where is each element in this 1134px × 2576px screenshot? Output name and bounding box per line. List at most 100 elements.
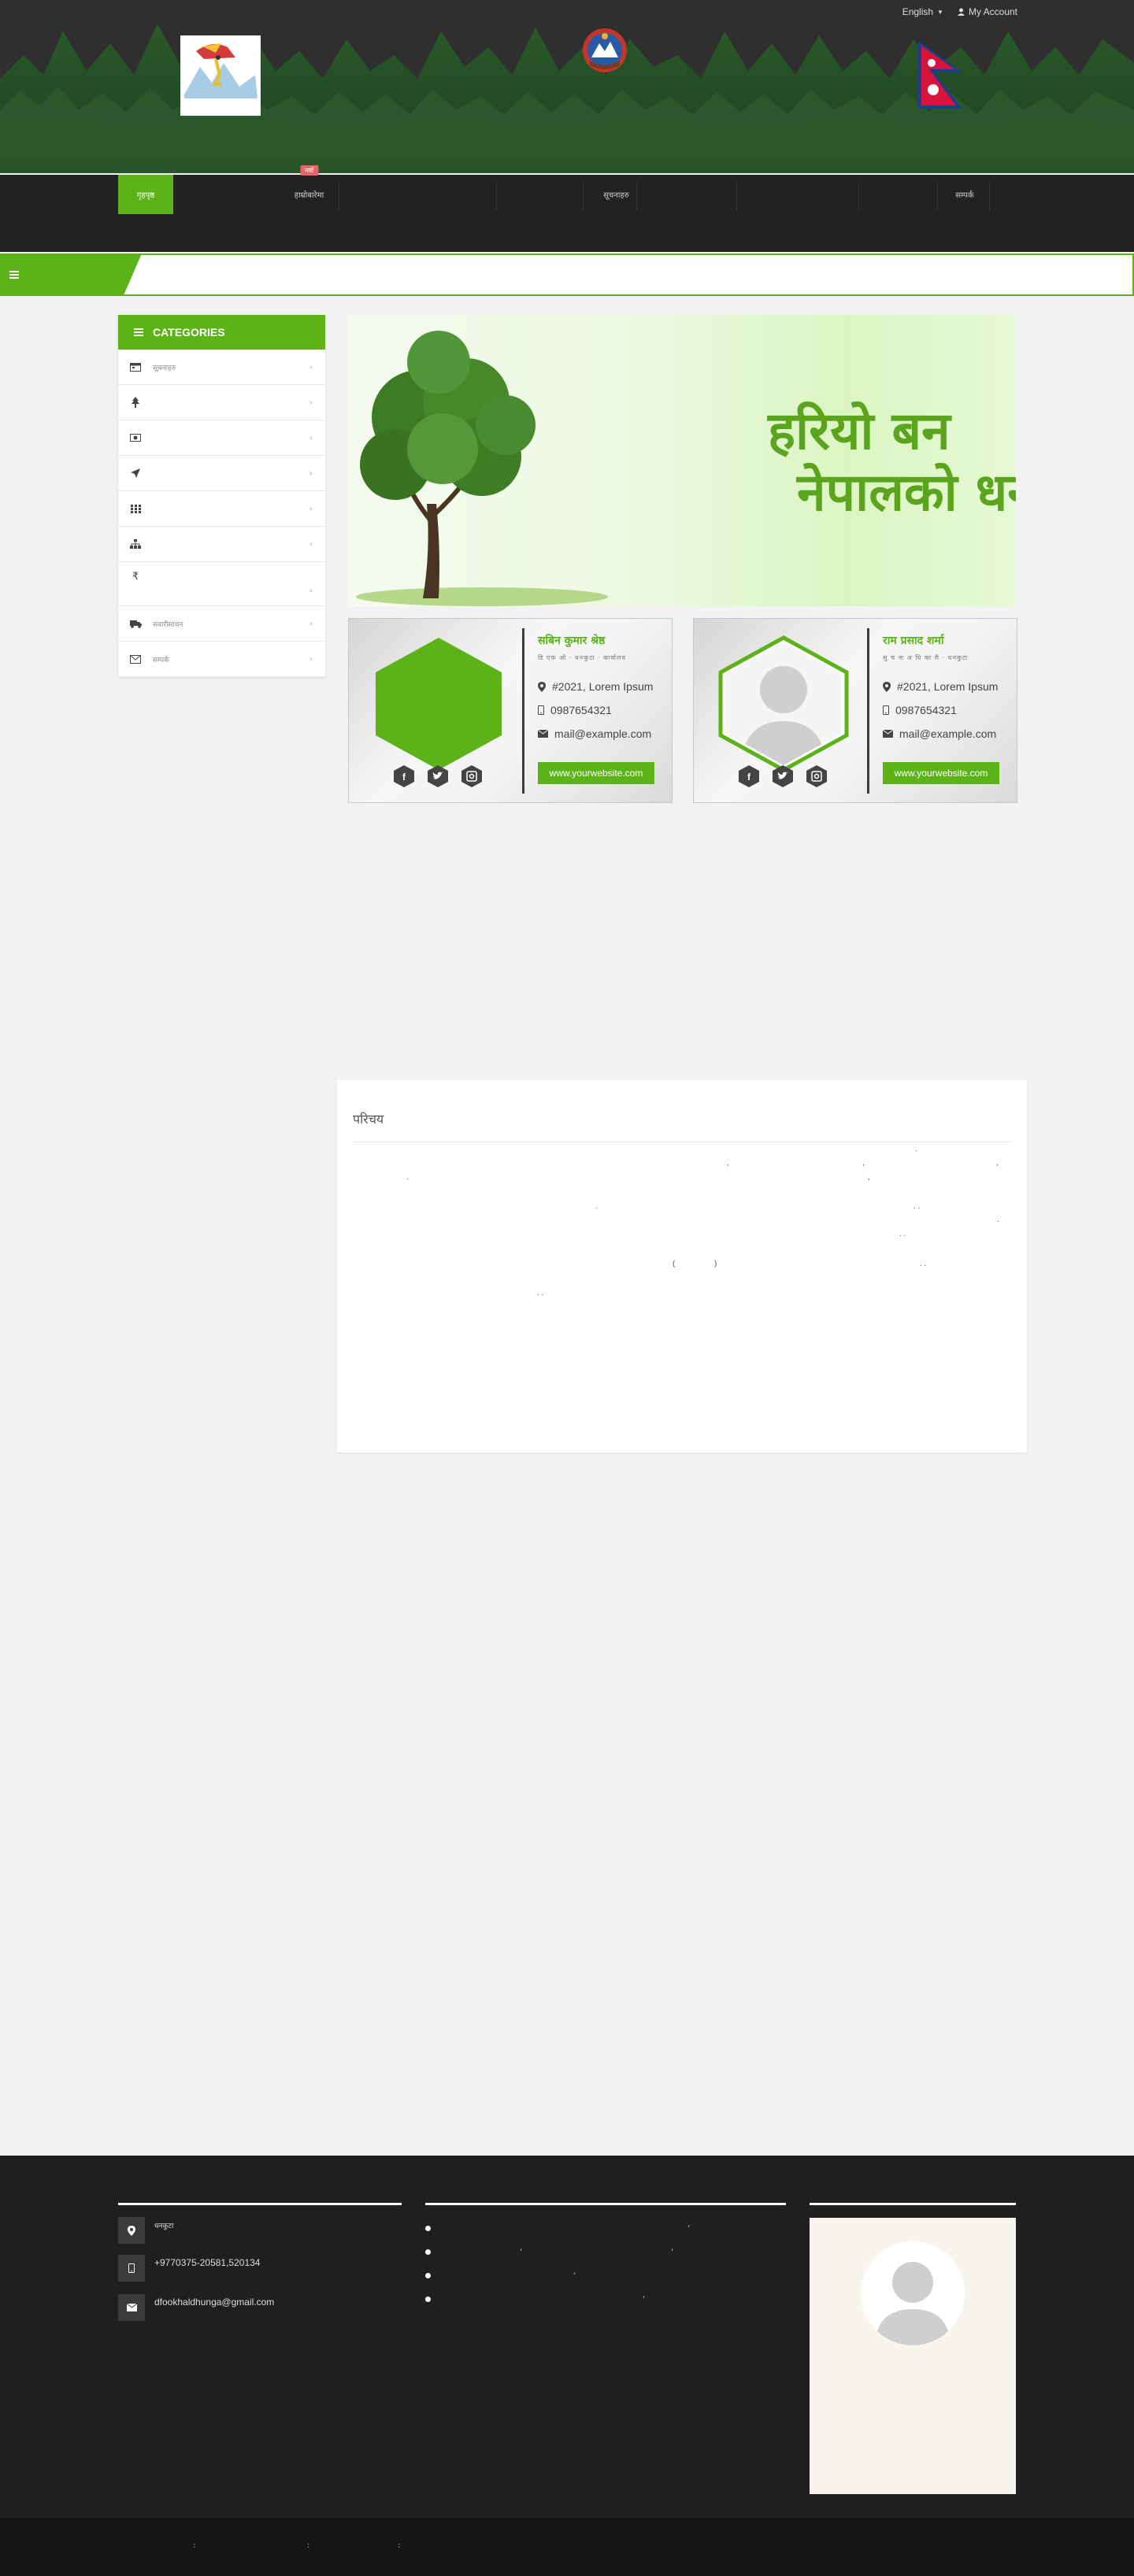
main-navigation: गृहपृष्ठ नयाँ हाम्रोबारेमा सूचनाहरु सम्प… xyxy=(0,165,1134,252)
visit-nepal-logo[interactable] xyxy=(180,35,261,116)
nav-item-label: हाम्रोबारेमा xyxy=(294,191,324,200)
facebook-icon[interactable]: f xyxy=(737,764,761,788)
ticker-menu-button[interactable] xyxy=(0,254,142,296)
copyright-bar: : : : xyxy=(0,2518,1134,2576)
envelope-icon xyxy=(883,730,893,738)
profile-address: #2021, Lorem Ipsum xyxy=(538,680,653,693)
category-item-location[interactable]: › xyxy=(118,456,325,491)
nav-item-notices[interactable]: सूचनाहरु xyxy=(583,175,650,214)
calendar-icon xyxy=(129,361,142,373)
website-button[interactable]: www.yourwebsite.com xyxy=(538,762,654,784)
footer-column-rule xyxy=(118,2203,402,2205)
money-icon xyxy=(129,431,142,444)
nav-item-label: गृहपृष्ठ xyxy=(136,191,155,200)
language-selector[interactable]: English ▼ xyxy=(902,5,943,19)
category-label: सवारीसाधन xyxy=(153,620,183,629)
hero-banner: हरियो बन नेपालको धन xyxy=(348,315,1016,606)
category-item-budget[interactable]: ₹ › xyxy=(118,562,325,606)
card-divider xyxy=(522,628,524,794)
news-ticker xyxy=(0,254,1134,296)
category-item-vehicles[interactable]: सवारीसाधन › xyxy=(118,606,325,642)
instagram-icon[interactable] xyxy=(805,764,828,788)
nepal-flag xyxy=(915,38,967,113)
nav-item-label: सम्पर्क xyxy=(955,191,974,200)
profile-title: सु च ना अ धि का री · धनकुटा xyxy=(883,654,969,661)
website-button[interactable]: www.yourwebsite.com xyxy=(883,762,999,784)
government-emblem-logo[interactable] xyxy=(580,26,629,75)
category-item-notices[interactable]: सूचनाहरु › xyxy=(118,350,325,385)
category-item-forest[interactable]: › xyxy=(118,385,325,420)
category-item-structure[interactable]: › xyxy=(118,527,325,562)
footer-link[interactable]: , xyxy=(425,2220,786,2244)
footer-phone: +9770375-20581,520134 xyxy=(118,2255,260,2282)
categories-header: CATEGORIES xyxy=(118,315,325,350)
mobile-icon xyxy=(883,705,889,715)
tree-icon xyxy=(129,396,142,409)
profile-name: सबिन कुमार श्रेष्ठ xyxy=(538,635,606,647)
banner-slogan-line2: नेपालको धन xyxy=(797,462,1016,523)
intro-article: परिचय . , , , . , . . . . . . ( ) . . . … xyxy=(337,1080,1027,1453)
footer-link[interactable]: ,, xyxy=(425,2244,786,2267)
chevron-right-icon: › xyxy=(309,503,313,514)
facebook-icon[interactable]: f xyxy=(392,764,416,788)
footer-address: धनकुटा xyxy=(118,2217,173,2244)
social-links: f xyxy=(737,764,828,788)
list-icon xyxy=(134,328,143,336)
twitter-icon[interactable] xyxy=(771,764,795,788)
profile-name: राम प्रसाद शर्मा xyxy=(883,635,944,647)
nav-separator xyxy=(496,181,497,211)
footer-link[interactable]: , xyxy=(425,2291,786,2315)
nav-item-home[interactable]: गृहपृष्ठ xyxy=(118,175,173,214)
mobile-icon xyxy=(118,2255,145,2282)
nav-separator xyxy=(636,181,637,211)
top-utility-bar: English ▼ My Account xyxy=(902,5,1017,19)
caret-down-icon: ▼ xyxy=(937,8,943,16)
location-arrow-icon xyxy=(129,467,142,479)
profile-phone: 0987654321 xyxy=(883,704,957,716)
rupee-icon: ₹ xyxy=(132,570,139,583)
category-item-finance[interactable]: › xyxy=(118,420,325,456)
nav-separator xyxy=(583,181,584,211)
footer-profile-panel xyxy=(810,2218,1016,2494)
nav-separator xyxy=(937,181,938,211)
social-links: f xyxy=(392,764,484,788)
chevron-right-icon: › xyxy=(309,539,313,550)
categories-title: CATEGORIES xyxy=(153,326,225,339)
sitemap-icon xyxy=(129,538,142,550)
twitter-icon[interactable] xyxy=(426,764,450,788)
nav-separator xyxy=(858,181,859,211)
profile-email: mail@example.com xyxy=(883,727,996,740)
nav-item-contact[interactable]: सम्पर्क xyxy=(937,175,992,214)
profile-card: f सबिन कुमार श्रेष्ठ डि एफ ओ · धनकुटा · … xyxy=(348,618,673,803)
map-marker-icon xyxy=(538,681,546,692)
tree-illustration xyxy=(356,331,608,606)
nav-item-label: सूचनाहरु xyxy=(603,191,629,200)
site-header: English ▼ My Account xyxy=(0,0,1134,173)
card-divider xyxy=(867,628,869,794)
map-marker-icon xyxy=(883,681,891,692)
banner-slogan-line1: हरियो बन xyxy=(768,401,951,461)
new-badge: नयाँ xyxy=(299,165,319,176)
map-marker-icon xyxy=(118,2217,145,2244)
profile-photo-hexagon xyxy=(376,638,502,770)
nav-item-about[interactable]: नयाँ हाम्रोबारेमा xyxy=(276,165,343,214)
footer-column-rule xyxy=(425,2203,786,2205)
instagram-icon[interactable] xyxy=(460,764,484,788)
chevron-right-icon: › xyxy=(309,468,313,479)
footer-column-rule xyxy=(810,2203,1016,2205)
bars-icon xyxy=(9,271,19,279)
footer-link[interactable]: , xyxy=(425,2267,786,2291)
my-account-link[interactable]: My Account xyxy=(957,5,1017,19)
category-item-services[interactable]: › xyxy=(118,491,325,527)
envelope-icon xyxy=(129,653,142,665)
grid-icon xyxy=(129,502,142,515)
profile-address: #2021, Lorem Ipsum xyxy=(883,680,998,693)
chevron-right-icon: › xyxy=(309,432,313,443)
site-footer: धनकुटा +9770375-20581,520134 dfookhaldhu… xyxy=(0,2156,1134,2518)
categories-sidebar: CATEGORIES सूचनाहरु › › › › › › ₹ › सवार… xyxy=(118,315,325,677)
category-item-contact[interactable]: सम्पर्क › xyxy=(118,642,325,677)
chevron-right-icon: › xyxy=(309,585,313,596)
chevron-right-icon: › xyxy=(309,361,313,372)
footer-email[interactable]: dfookhaldhunga@gmail.com xyxy=(118,2294,274,2321)
chevron-right-icon: › xyxy=(309,618,313,629)
